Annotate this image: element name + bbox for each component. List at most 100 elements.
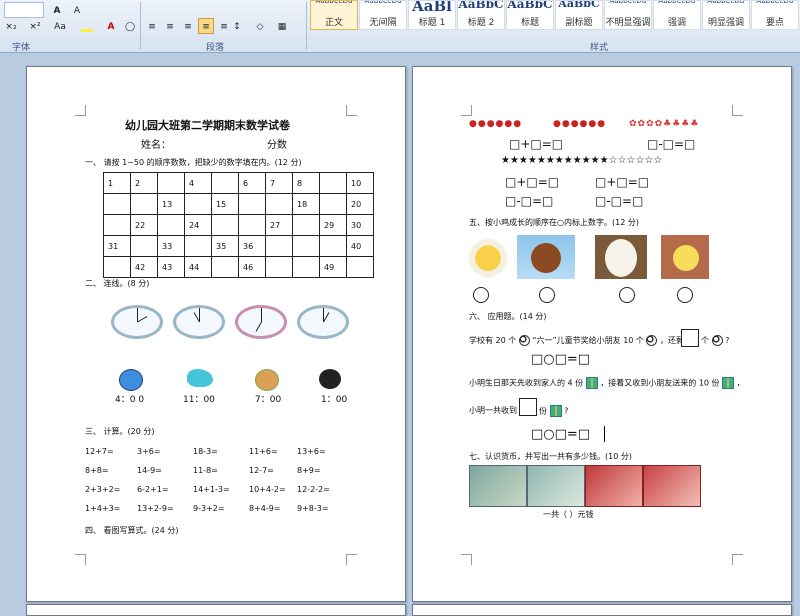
grid-cell: 40 [346,235,374,257]
answer-box[interactable] [681,329,699,347]
answer-circle[interactable] [677,287,693,303]
crop-mark [75,554,86,565]
grid-cell: 27 [265,214,293,236]
grid-cell[interactable] [211,256,239,278]
calc-problem[interactable]: 13+6= [297,447,326,456]
grow-font-button[interactable]: A [48,2,66,18]
answer-circle[interactable] [473,287,489,303]
style-tile[interactable]: AaBbCcDd 不明显强调 [604,0,652,30]
style-tile[interactable]: AaBbC 标题 [506,0,554,30]
clock-4-oclock [111,305,163,339]
calc-problem[interactable]: 8+4-9= [249,504,281,513]
highlight-color-button[interactable] [76,18,98,34]
shrink-font-button[interactable]: A [68,2,86,18]
clear-format-button[interactable]: ◯ [122,18,138,34]
star-row: ★★★★★★★★★★★★☆☆☆☆☆☆ [501,155,663,166]
grid-cell[interactable] [103,214,131,236]
calc-problem[interactable]: 9+8-3= [297,504,329,513]
total-money-answer[interactable]: 一共（ ）元钱 [543,509,594,520]
grid-cell[interactable] [292,214,320,236]
grid-cell[interactable] [238,214,266,236]
answer-box[interactable] [519,398,537,416]
grid-cell[interactable] [265,235,293,257]
calc-problem[interactable]: 10+4-2= [249,485,286,494]
grid-cell[interactable] [103,193,131,215]
grid-cell[interactable] [238,193,266,215]
grid-row: 13 15 18 20 [103,193,374,215]
grid-cell[interactable] [319,235,347,257]
calc-problem[interactable]: 11+6= [249,447,278,456]
style-tile[interactable]: AaBbCcDd 要点 [751,0,799,30]
grid-cell[interactable] [184,235,212,257]
time-label: 4：0 0 [115,395,145,405]
style-tile[interactable]: AaBbCcDd 正文 [310,0,358,30]
calc-problem[interactable]: 13+2-9= [137,504,174,513]
calc-problem[interactable]: 14-9= [137,466,162,475]
grid-cell[interactable] [319,172,347,194]
calc-problem[interactable]: 18-3= [193,447,218,456]
grid-cell[interactable] [157,172,185,194]
style-tile[interactable]: AaBbCcDd 明显强调 [702,0,750,30]
subscript-button[interactable]: ×₂ [0,18,22,34]
calc-problem[interactable]: 3+6= [137,447,161,456]
calc-problem[interactable]: 6-2+1= [137,485,169,494]
shading-button[interactable]: ◇ [250,18,270,34]
problem-text: 学校有 20 个 [469,336,517,345]
calc-problem[interactable]: 14+1-3= [193,485,230,494]
problem-text: “六一”儿童节奖给小朋友 10 个 [532,336,644,345]
change-case-button[interactable]: Aa [48,18,72,34]
grid-cell: 35 [211,235,239,257]
style-tile[interactable]: AaBbCcDd 强调 [653,0,701,30]
grid-cell[interactable] [265,256,293,278]
bold-button[interactable] [4,2,44,18]
hen-image [517,235,575,279]
question-7: 七、认识货币，并写出一共有多少钱。(10 分) [469,452,632,461]
calc-problem[interactable]: 1+4+3= [85,504,120,513]
grid-cell[interactable] [103,256,131,278]
grid-cell[interactable] [130,193,158,215]
style-tile[interactable]: AaBbC 副标题 [555,0,603,30]
calc-problem[interactable]: 12-7= [249,466,274,475]
grid-cell[interactable] [292,235,320,257]
grid-cell[interactable] [292,256,320,278]
equation-answer[interactable]: □○□=□ [531,352,590,367]
borders-button[interactable]: ▦ [272,18,292,34]
answer-circle[interactable] [539,287,555,303]
style-tile[interactable]: AaBbCcDd 无间隔 [359,0,407,30]
grid-cell[interactable] [346,256,374,278]
grid-cell[interactable] [157,214,185,236]
style-tile[interactable]: AaBl 标题 1 [408,0,456,30]
equation-answer[interactable]: □○□=□ [531,427,590,442]
equation-add: □+□=□ [509,137,564,151]
style-tile[interactable]: AaBbC 标题 2 [457,0,505,30]
crop-mark [75,105,86,116]
calc-problem[interactable]: 11-8= [193,466,218,475]
calc-problem[interactable]: 2+3+2= [85,485,120,494]
calc-problem[interactable]: 8+9= [297,466,321,475]
style-name: 要点 [765,18,784,28]
font-color-button[interactable]: A [100,18,122,34]
align-center-button[interactable]: ≡ [162,18,178,34]
answer-circle[interactable] [619,287,635,303]
grid-cell[interactable] [265,193,293,215]
calc-problem[interactable]: 12-2-2= [297,485,330,494]
grid-cell: 49 [319,256,347,278]
superscript-button[interactable]: ×² [24,18,46,34]
doc-title: 幼儿园大班第二学期期末数学试卷 [125,119,290,132]
grid-cell: 44 [184,256,212,278]
calc-problem[interactable]: 8+8= [85,466,109,475]
grid-cell[interactable] [211,214,239,236]
grid-cell[interactable] [184,193,212,215]
grid-cell: 7 [265,172,293,194]
align-left-button[interactable]: ≡ [144,18,160,34]
justify-button[interactable]: ≡ [198,18,214,34]
question-2: 二、 连线。(8 分) [85,279,150,288]
grid-cell[interactable] [130,235,158,257]
grid-cell[interactable] [319,193,347,215]
line-spacing-button[interactable]: ↕ [226,18,248,34]
grid-cell[interactable] [211,172,239,194]
align-right-button[interactable]: ≡ [180,18,196,34]
crop-mark [346,105,357,116]
calc-problem[interactable]: 12+7= [85,447,114,456]
calc-problem[interactable]: 9-3+2= [193,504,225,513]
